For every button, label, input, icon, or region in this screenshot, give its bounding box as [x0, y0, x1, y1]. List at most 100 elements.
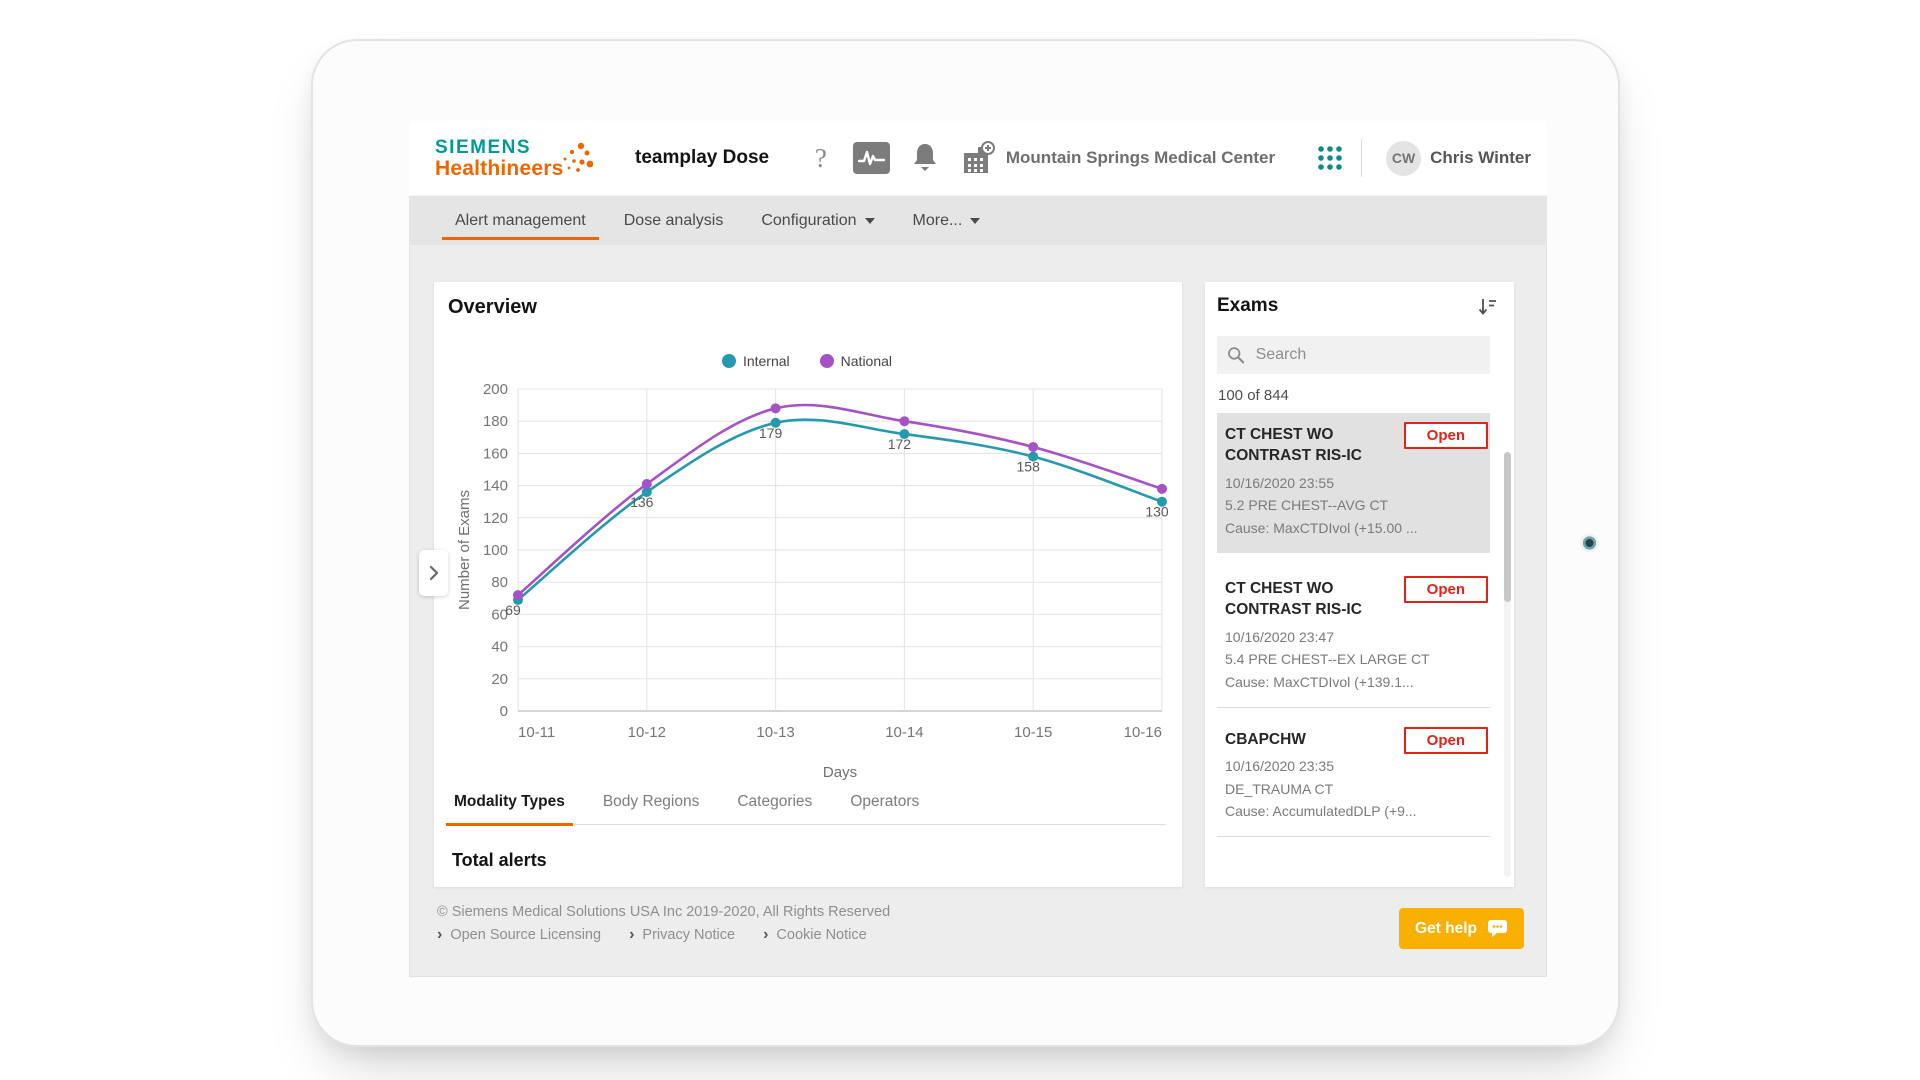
exam-list: CT CHEST WO CONTRAST RIS-IC Open 10/16/2… [1217, 413, 1490, 837]
exam-protocol: DE_TRAUMA CT [1225, 778, 1482, 801]
tab-more[interactable]: More... [913, 196, 981, 245]
svg-text:10-13: 10-13 [756, 724, 794, 741]
svg-text:80: 80 [491, 574, 508, 591]
chart-legend: Internal National [448, 351, 1166, 371]
legend-item-internal[interactable]: Internal [722, 351, 790, 371]
legend-item-national[interactable]: National [820, 351, 892, 371]
scrollbar-thumb[interactable] [1504, 452, 1511, 602]
link-cookie-notice[interactable]: Cookie Notice [763, 927, 867, 943]
subtab-categories[interactable]: Categories [735, 787, 814, 824]
dropdown-caret-icon [970, 218, 980, 224]
link-privacy-notice[interactable]: Privacy Notice [629, 927, 735, 943]
svg-text:40: 40 [491, 639, 508, 656]
exams-title: Exams [1217, 295, 1278, 317]
dropdown-caret-icon [865, 218, 875, 224]
exam-protocol: 5.2 PRE CHEST--AVG CT [1225, 494, 1482, 517]
exam-list-item[interactable]: CBAPCHW Open 10/16/2020 23:35 DE_TRAUMA … [1217, 718, 1490, 837]
svg-text:158: 158 [1017, 459, 1041, 475]
exam-title: CT CHEST WO CONTRAST RIS-IC [1225, 424, 1385, 467]
subtab-modality-types[interactable]: Modality Types [452, 787, 567, 824]
exam-list-item[interactable]: CT CHEST WO CONTRAST RIS-IC Open 10/16/2… [1217, 413, 1490, 553]
open-exam-button[interactable]: Open [1404, 576, 1488, 603]
svg-text:Days: Days [823, 764, 857, 781]
svg-text:0: 0 [500, 703, 508, 720]
exams-search [1217, 336, 1490, 374]
search-input[interactable] [1254, 345, 1480, 365]
tab-configuration[interactable]: Configuration [761, 196, 874, 245]
svg-text:160: 160 [483, 445, 508, 462]
exams-line-chart: 02040608010012014016018020010-1110-1210-… [454, 373, 1170, 785]
exam-meta: 10/16/2020 23:55 5.2 PRE CHEST--AVG CT C… [1225, 472, 1482, 540]
help-icon[interactable]: ? [815, 143, 827, 174]
svg-text:179: 179 [759, 425, 783, 441]
open-exam-button[interactable]: Open [1404, 727, 1488, 754]
sort-icon[interactable] [1477, 297, 1498, 323]
svg-text:200: 200 [483, 381, 508, 398]
exam-protocol: 5.4 PRE CHEST--EX LARGE CT [1225, 648, 1482, 671]
link-open-source-licensing[interactable]: Open Source Licensing [437, 927, 601, 943]
tab-label: Configuration [761, 212, 856, 230]
exam-meta: 10/16/2020 23:35 DE_TRAUMA CT Cause: Acc… [1225, 755, 1482, 823]
svg-text:Number of Exams: Number of Exams [456, 490, 473, 610]
dose-monitor-icon[interactable] [853, 142, 890, 174]
legend-label: Internal [743, 353, 790, 369]
svg-text:140: 140 [483, 478, 508, 495]
svg-text:130: 130 [1145, 504, 1169, 520]
tablet-device-frame: SIEMENS Healthineers teamplay Dose ? [311, 39, 1620, 1047]
exam-datetime: 10/16/2020 23:55 [1225, 472, 1482, 495]
svg-text:172: 172 [888, 436, 912, 452]
main-content: Overview Internal National 0204060801001… [409, 245, 1547, 949]
open-exam-button[interactable]: Open [1404, 422, 1488, 449]
exam-count: 100 of 844 [1218, 387, 1502, 404]
svg-text:180: 180 [483, 413, 508, 430]
overview-card: Overview Internal National 0204060801001… [434, 282, 1182, 887]
app-grid-icon[interactable] [1317, 145, 1343, 171]
exam-cause: Cause: AccumulatedDLP (+9... [1225, 800, 1482, 823]
siemens-healthineers-logo: SIEMENS Healthineers [435, 138, 611, 179]
search-icon [1227, 345, 1245, 365]
svg-text:69: 69 [505, 602, 521, 618]
internal-series-dot [722, 354, 736, 368]
exam-datetime: 10/16/2020 23:35 [1225, 755, 1482, 778]
header-actions: ? [815, 139, 1531, 177]
tablet-camera-dot [1583, 537, 1596, 550]
svg-text:10-12: 10-12 [628, 724, 666, 741]
logo-dots-decoration [559, 140, 593, 180]
svg-text:10-15: 10-15 [1014, 724, 1052, 741]
notifications-bell-icon[interactable] [912, 143, 938, 173]
tab-alert-management[interactable]: Alert management [455, 196, 586, 245]
get-help-label: Get help [1415, 920, 1477, 938]
legend-label: National [841, 353, 892, 369]
subtab-operators[interactable]: Operators [848, 787, 921, 824]
subtab-body-regions[interactable]: Body Regions [601, 787, 702, 824]
exams-scrollbar[interactable] [1504, 452, 1511, 877]
app-screen: SIEMENS Healthineers teamplay Dose ? [409, 121, 1547, 977]
page-footer: © Siemens Medical Solutions USA Inc 2019… [434, 904, 1514, 949]
exam-title: CT CHEST WO CONTRAST RIS-IC [1225, 578, 1385, 621]
exam-cause: Cause: MaxCTDIvol (+15.00 ... [1225, 517, 1482, 540]
overview-title: Overview [448, 296, 1166, 319]
exam-datetime: 10/16/2020 23:47 [1225, 626, 1482, 649]
svg-text:136: 136 [630, 494, 654, 510]
app-title: teamplay Dose [635, 147, 769, 169]
exam-list-item[interactable]: CT CHEST WO CONTRAST RIS-IC Open 10/16/2… [1217, 567, 1490, 708]
svg-text:100: 100 [483, 542, 508, 559]
avatar[interactable]: CW [1386, 141, 1421, 176]
user-name[interactable]: Chris Winter [1430, 148, 1531, 168]
get-help-button[interactable]: Get help [1399, 908, 1524, 949]
hospital-icon [960, 141, 996, 175]
tab-label: Dose analysis [624, 212, 724, 230]
copyright-text: © Siemens Medical Solutions USA Inc 2019… [437, 904, 890, 920]
header-divider [1361, 139, 1362, 177]
exam-cause: Cause: MaxCTDIvol (+139.1... [1225, 671, 1482, 694]
national-series-dot [820, 354, 834, 368]
svg-text:20: 20 [491, 671, 508, 688]
collapse-panel-chevron[interactable] [419, 550, 448, 596]
exams-panel: Exams [1205, 282, 1514, 887]
tab-label: Alert management [455, 212, 586, 230]
tab-dose-analysis[interactable]: Dose analysis [624, 196, 724, 245]
chat-bubble-icon [1487, 919, 1508, 938]
overview-subtabs: Modality Types Body Regions Categories O… [448, 787, 1166, 825]
organization-selector[interactable]: Mountain Springs Medical Center [1006, 148, 1275, 168]
exam-meta: 10/16/2020 23:47 5.4 PRE CHEST--EX LARGE… [1225, 626, 1482, 694]
